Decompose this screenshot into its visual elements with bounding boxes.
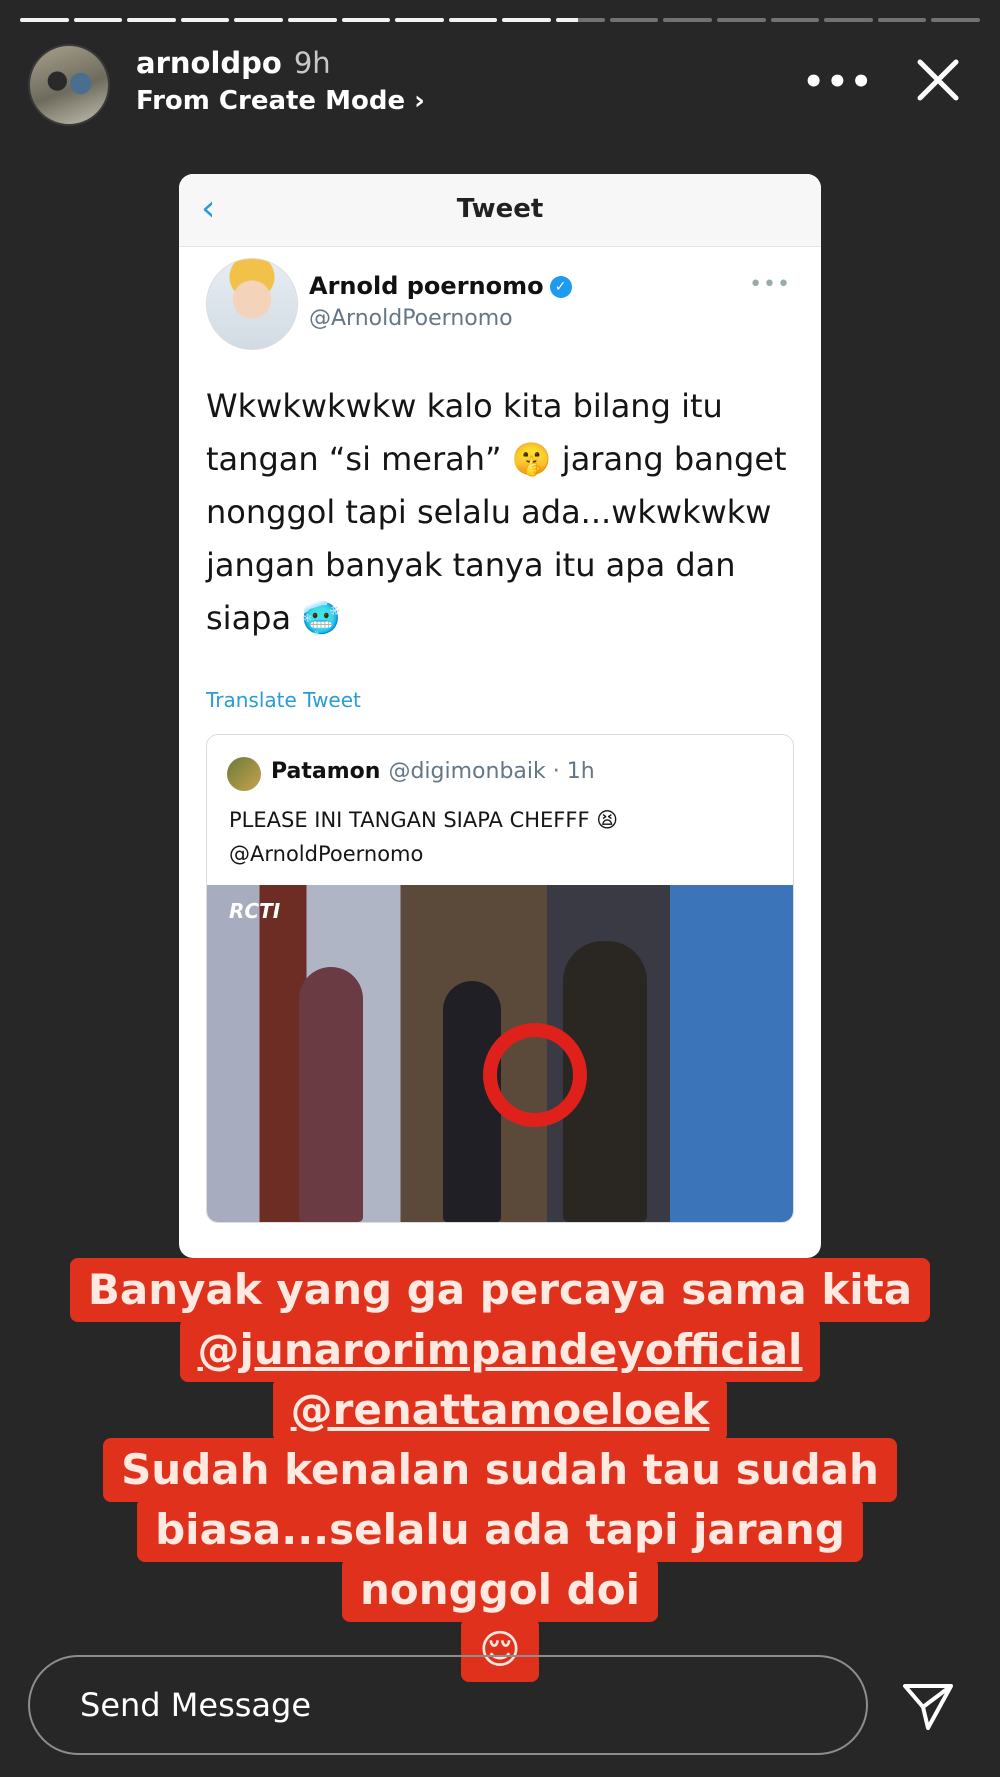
tweet-text-line: nonggol tapi selalu ada...wkwkwkw (206, 493, 772, 531)
caption-line: nonggol doi (342, 1558, 658, 1622)
tweet-screen-title: Tweet (456, 194, 544, 224)
more-options-icon[interactable]: ••• (803, 62, 874, 102)
send-message-placeholder[interactable]: Send Message (80, 1686, 311, 1724)
quote-mention: @ArnoldPoernomo (229, 842, 424, 866)
avatar[interactable] (28, 44, 110, 126)
caption-mention[interactable]: @renattamoeloek (272, 1378, 728, 1442)
story-progress-segment (877, 18, 927, 22)
tv-logo: RCTI (229, 899, 281, 923)
story-progress-segment (395, 18, 444, 22)
story-progress-segment (824, 18, 873, 22)
quoted-tweet: Patamon @digimonbaik · 1h PLEASE INI TANG… (206, 734, 794, 1223)
tweet-topbar: ‹ Tweet (179, 174, 821, 247)
username[interactable]: arnoldpo 9h (136, 46, 331, 80)
quote-header: Patamon @digimonbaik · 1h (271, 759, 595, 784)
tweet-author-avatar (206, 258, 298, 350)
send-message-input[interactable]: Send Message (28, 1655, 868, 1755)
tweet-text-line: jangan banyak tanya itu apa dan (206, 546, 736, 584)
tweet-author-handle: @ArnoldPoernomo (309, 306, 513, 331)
tweet-text-line: tangan “si merah” 🤫 jarang banget (206, 440, 787, 478)
paper-plane-icon[interactable] (900, 1678, 956, 1734)
story-progress-segment (663, 18, 712, 22)
quote-author-handle: @digimonbaik · 1h (388, 759, 595, 784)
time-ago: 9h (293, 46, 331, 80)
author-name-text: Arnold poernomo (309, 272, 544, 300)
tweet-text-line: siapa 🥶 (206, 599, 342, 637)
caption-mention[interactable]: @junarorimpandeyofficial (179, 1318, 821, 1382)
translate-tweet-link: Translate Tweet (206, 688, 361, 712)
story-progress-segment (288, 18, 337, 22)
quote-author-avatar (227, 757, 261, 791)
mention-link[interactable]: @junarorimpandeyofficial (198, 1325, 803, 1374)
story-progress-segment (716, 18, 766, 22)
story-progress-segment (609, 18, 659, 22)
quote-author-name: Patamon (271, 759, 381, 784)
story-header: arnoldpo 9h From Create Mode › ••• (28, 42, 980, 126)
verified-badge-icon: ✓ (549, 276, 572, 298)
story-progress-segment (556, 18, 605, 22)
highlight-circle (483, 1023, 587, 1127)
story-progress-bar (20, 18, 980, 23)
story-progress-segment (20, 18, 69, 22)
username-text[interactable]: arnoldpo (136, 46, 282, 80)
tweet-text-line: Wkwkwkwkw kalo kita bilang itu (206, 387, 723, 425)
quote-media-image: RCTI (207, 885, 793, 1222)
caption-line: Banyak yang ga percaya sama kita (69, 1258, 931, 1322)
tweet-screenshot: ‹ Tweet Arnold poernomo ✓ @ArnoldPoernomo… (179, 174, 821, 1258)
story-progress-segment (234, 18, 284, 22)
story-progress-segment (448, 18, 498, 22)
story-progress-segment (73, 18, 123, 22)
story-progress-segment (502, 18, 552, 22)
tweet-text: Wkwkwkwkw kalo kita bilang itu tangan “s… (206, 380, 796, 645)
tweet-author-name: Arnold poernomo ✓ (309, 272, 572, 300)
story-progress-segment (931, 18, 980, 22)
mention-link[interactable]: @renattamoeloek (291, 1385, 710, 1434)
close-icon[interactable] (914, 56, 962, 104)
person-figure (299, 967, 363, 1222)
story-progress-segment (180, 18, 230, 22)
caption-line: biasa...selalu ada tapi jarang (137, 1498, 863, 1562)
quote-text: PLEASE INI TANGAN SIAPA CHEFFF 😫 @Arnold… (229, 803, 779, 871)
story-progress-segment (770, 18, 820, 22)
story-caption: Banyak yang ga percaya sama kita @junaro… (60, 1258, 940, 1682)
tweet-more-icon: ••• (749, 272, 791, 297)
story-progress-segment (127, 18, 176, 22)
caption-line: Sudah kenalan sudah tau sudah (103, 1438, 897, 1502)
story-progress-segment (341, 18, 391, 22)
create-mode-link[interactable]: From Create Mode › (136, 86, 425, 116)
quote-text-line: PLEASE INI TANGAN SIAPA CHEFFF 😫 (229, 808, 619, 832)
